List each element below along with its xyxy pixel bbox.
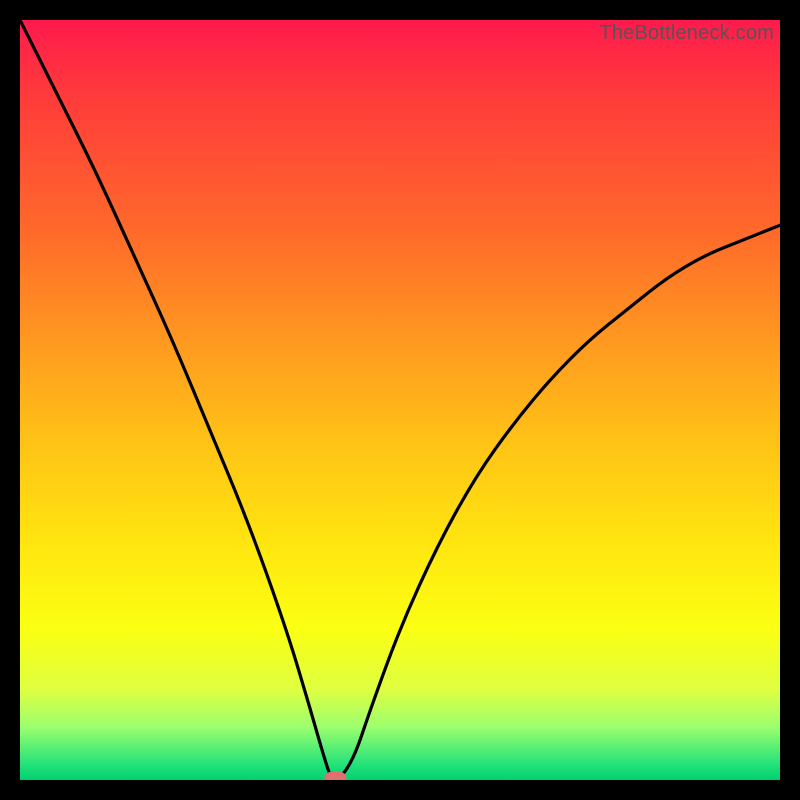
curve-path [20, 20, 780, 780]
minimum-marker [324, 772, 346, 780]
bottleneck-curve [20, 20, 780, 780]
plot-area: TheBottleneck.com [20, 20, 780, 780]
chart-frame: TheBottleneck.com [0, 0, 800, 800]
